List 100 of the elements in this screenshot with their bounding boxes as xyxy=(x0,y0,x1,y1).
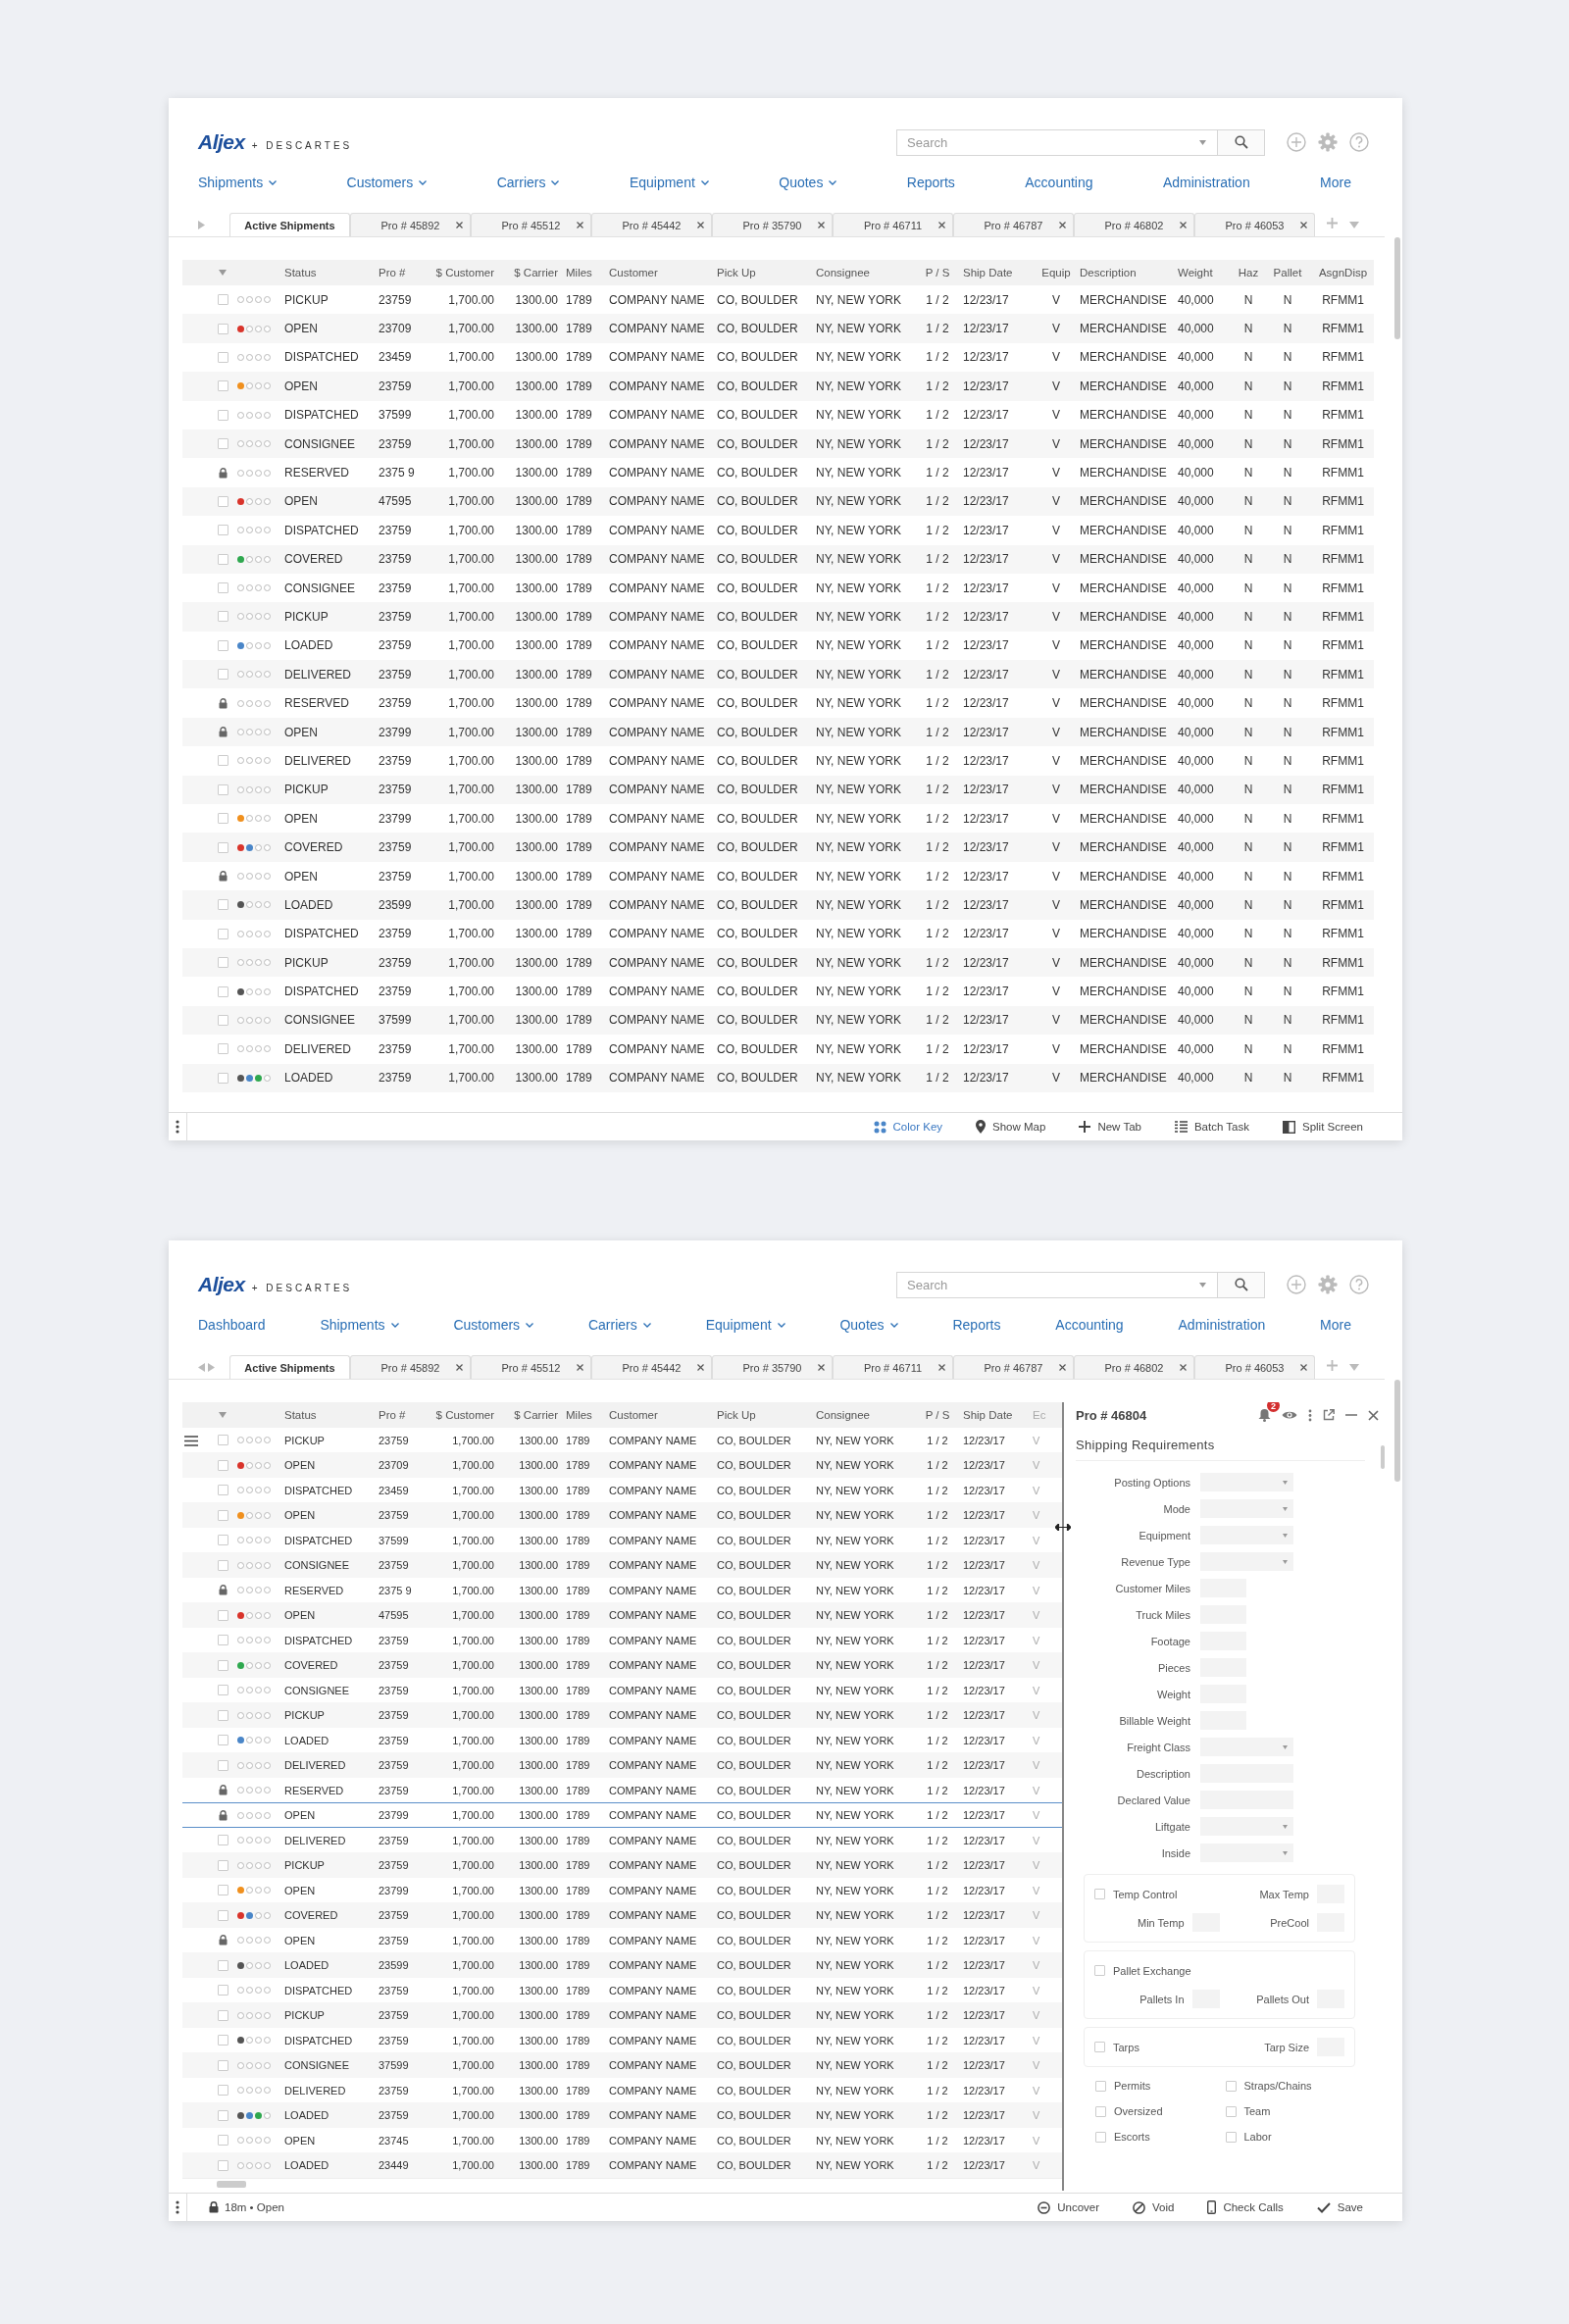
dropdown-caret-icon[interactable] xyxy=(1283,1533,1288,1538)
dropdown-caret-icon[interactable] xyxy=(1199,139,1206,145)
toolbar-button[interactable]: Show Map xyxy=(976,1120,1046,1134)
checkbox[interactable] xyxy=(217,1659,228,1671)
chevron-down-icon[interactable] xyxy=(419,179,428,185)
toolbar-button[interactable]: Color Key xyxy=(873,1120,943,1134)
phone-icon[interactable] xyxy=(1207,2200,1217,2214)
search-field[interactable]: Search xyxy=(896,128,1218,156)
nav-link[interactable]: Dashboard xyxy=(198,1317,266,1333)
checkbox[interactable] xyxy=(217,841,228,853)
help-icon[interactable] xyxy=(1349,1275,1369,1294)
checkbox[interactable] xyxy=(217,1759,228,1771)
table-row[interactable]: COVERED 23759 1,700.00 1300.00 1789 COMPANY NAME CO, BOULDER NY, NEW YORK 1 / 2 12/23/17 V MERCHANDISE 40,000 N N RFMM1 xyxy=(182,833,1374,862)
table-row[interactable]: LOADED 23599 1,700.00 1300.00 1789 COMPANY NAME CO, BOULDER NY, NEW YORK 1 / 2 12/23/17 V xyxy=(182,1952,1062,1978)
add-tab-icon[interactable] xyxy=(1327,1360,1338,1371)
column-header[interactable]: P / S xyxy=(912,267,963,278)
scrollbar-thumb[interactable] xyxy=(1394,1380,1400,1482)
table-row[interactable]: CONSIGNEE 37599 1,700.00 1300.00 1789 COMPANY NAME CO, BOULDER NY, NEW YORK 1 / 2 12/23/17 V xyxy=(182,2052,1062,2078)
checkbox[interactable] xyxy=(217,611,228,623)
chevron-down-icon[interactable] xyxy=(829,179,837,185)
checkbox[interactable] xyxy=(1095,2131,1106,2143)
checkbox[interactable] xyxy=(217,928,228,939)
close-icon[interactable] xyxy=(1368,1409,1379,1421)
checkbox[interactable] xyxy=(1095,2080,1106,2092)
table-row[interactable]: PICKUP 23759 1,700.00 1300.00 1789 COMPANY NAME CO, BOULDER NY, NEW YORK 1 / 2 12/23/17 V xyxy=(182,2002,1062,2028)
tab[interactable]: Pro # 45892 xyxy=(350,1355,471,1379)
toolbar-button[interactable]: Split Screen xyxy=(1283,1120,1363,1134)
check-icon[interactable] xyxy=(1316,2201,1331,2213)
add-circle-icon[interactable] xyxy=(1287,132,1306,152)
settings-icon[interactable] xyxy=(1318,132,1338,152)
chevron-down-icon[interactable] xyxy=(889,1322,898,1328)
column-header[interactable]: Pro # xyxy=(379,267,430,278)
checkbox[interactable] xyxy=(1225,2080,1237,2092)
checkbox[interactable] xyxy=(1094,1965,1105,1976)
table-row[interactable]: DISPATCHED 23759 1,700.00 1300.00 1789 COMPANY NAME CO, BOULDER NY, NEW YORK 1 / 2 12/23/17 V MERCHANDISE 40,000 N N RFMM1 xyxy=(182,919,1374,948)
table-row[interactable]: OPEN 23799 1,700.00 1300.00 1789 COMPANY NAME CO, BOULDER NY, NEW YORK 1 / 2 12/23/17 V xyxy=(182,1877,1062,1903)
checkbox[interactable] xyxy=(217,1709,228,1721)
tab[interactable]: Pro # 35790 xyxy=(712,1355,833,1379)
select-field[interactable] xyxy=(1200,1473,1293,1491)
minus-circle-icon[interactable] xyxy=(1038,2200,1051,2214)
scroll-left-icon[interactable] xyxy=(198,1362,205,1372)
close-icon[interactable] xyxy=(456,1364,463,1371)
select-field[interactable] xyxy=(1200,1817,1293,1836)
close-icon[interactable] xyxy=(1180,222,1187,228)
checkbox[interactable] xyxy=(217,1509,228,1521)
tab[interactable]: Pro # 46802 xyxy=(1074,1355,1194,1379)
toolbar-button[interactable]: Void xyxy=(1133,2200,1175,2214)
tab[interactable]: Pro # 46802 xyxy=(1074,213,1194,236)
checkbox[interactable] xyxy=(217,639,228,651)
checkbox[interactable] xyxy=(217,1485,228,1496)
table-row[interactable]: OPEN 47595 1,700.00 1300.00 1789 COMPANY NAME CO, BOULDER NY, NEW YORK 1 / 2 12/23/17 V xyxy=(182,1602,1062,1628)
column-header[interactable]: Customer xyxy=(609,267,717,278)
more-options-icon[interactable] xyxy=(176,2200,179,2214)
checkbox[interactable] xyxy=(217,1043,228,1055)
checkbox[interactable] xyxy=(217,1635,228,1646)
resize-handle-icon[interactable] xyxy=(1055,1524,1071,1531)
checkbox[interactable] xyxy=(217,553,228,565)
checkbox[interactable] xyxy=(217,669,228,681)
table-row[interactable]: DISPATCHED 23759 1,700.00 1300.00 1789 COMPANY NAME CO, BOULDER NY, NEW YORK 1 / 2 12/23/17 V MERCHANDISE 40,000 N N RFMM1 xyxy=(182,516,1374,545)
checkbox[interactable] xyxy=(217,1985,228,1996)
column-header[interactable]: $ Customer xyxy=(430,1408,502,1421)
table-row[interactable]: LOADED 23599 1,700.00 1300.00 1789 COMPANY NAME CO, BOULDER NY, NEW YORK 1 / 2 12/23/17 V MERCHANDISE 40,000 N N RFMM1 xyxy=(182,890,1374,920)
filter-caret-icon[interactable] xyxy=(219,270,227,276)
checkbox[interactable] xyxy=(217,2009,228,2021)
table-row[interactable]: DISPATCHED 23759 1,700.00 1300.00 1789 COMPANY NAME CO, BOULDER NY, NEW YORK 1 / 2 12/23/17 V xyxy=(182,1627,1062,1653)
chevron-down-icon[interactable] xyxy=(269,179,278,185)
table-row[interactable]: COVERED 23759 1,700.00 1300.00 1789 COMPANY NAME CO, BOULDER NY, NEW YORK 1 / 2 12/23/17 V xyxy=(182,1652,1062,1678)
more-options-icon[interactable] xyxy=(1308,1408,1312,1422)
checkbox[interactable] xyxy=(217,294,228,306)
scroll-right-icon[interactable] xyxy=(198,220,205,229)
column-header[interactable]: Consignee xyxy=(816,267,912,278)
checkbox[interactable] xyxy=(217,2085,228,2097)
table-row[interactable]: DISPATCHED 23459 1,700.00 1300.00 1789 COMPANY NAME CO, BOULDER NY, NEW YORK 1 / 2 12/23/17 V MERCHANDISE 40,000 N N RFMM1 xyxy=(182,342,1374,373)
close-icon[interactable] xyxy=(697,222,704,228)
tab[interactable]: Pro # 45512 xyxy=(471,213,591,236)
tab[interactable]: Pro # 46711 xyxy=(833,1355,953,1379)
checkbox[interactable] xyxy=(217,582,228,594)
checkbox[interactable] xyxy=(217,2109,228,2121)
dropdown-caret-icon[interactable] xyxy=(1349,1364,1359,1371)
table-row[interactable]: DISPATCHED 37599 1,700.00 1300.00 1789 COMPANY NAME CO, BOULDER NY, NEW YORK 1 / 2 12/23/17 V xyxy=(182,1527,1062,1553)
toolbar-button[interactable]: Batch Task xyxy=(1174,1120,1249,1134)
table-row[interactable]: CONSIGNEE 23759 1,700.00 1300.00 1789 COMPANY NAME CO, BOULDER NY, NEW YORK 1 / 2 12/23/17 V xyxy=(182,1677,1062,1703)
table-row[interactable]: DISPATCHED 23759 1,700.00 1300.00 1789 COMPANY NAME CO, BOULDER NY, NEW YORK 1 / 2 12/23/17 V xyxy=(182,2027,1062,2053)
table-row[interactable]: LOADED 23759 1,700.00 1300.00 1789 COMPANY NAME CO, BOULDER NY, NEW YORK 1 / 2 12/23/17 V xyxy=(182,2102,1062,2128)
tab[interactable]: Pro # 46711 xyxy=(833,213,953,236)
chevron-down-icon[interactable] xyxy=(777,1322,785,1328)
toolbar-button[interactable]: Check Calls xyxy=(1207,2200,1284,2214)
minimize-icon[interactable] xyxy=(1345,1414,1357,1416)
search-field[interactable]: Search xyxy=(896,1271,1218,1298)
table-row[interactable]: RESERVED 2375 9 1,700.00 1300.00 1789 COMPANY NAME CO, BOULDER NY, NEW YORK 1 / 2 12/23/17 V MERCHANDISE 40,000 N N RFMM1 xyxy=(182,458,1374,487)
tab[interactable]: Pro # 46053 xyxy=(1194,1355,1315,1379)
table-row[interactable]: DELIVERED 23759 1,700.00 1300.00 1789 COMPANY NAME CO, BOULDER NY, NEW YORK 1 / 2 12/23/17 V MERCHANDISE 40,000 N N RFMM1 xyxy=(182,660,1374,689)
checkbox[interactable] xyxy=(217,1459,228,1471)
table-row[interactable]: DELIVERED 23759 1,700.00 1300.00 1789 COMPANY NAME CO, BOULDER NY, NEW YORK 1 / 2 12/23/17 V MERCHANDISE 40,000 N N RFMM1 xyxy=(182,746,1374,776)
column-header[interactable]: Status xyxy=(284,267,379,278)
nav-link[interactable]: Quotes xyxy=(779,175,837,190)
checkbox[interactable] xyxy=(217,1959,228,1971)
close-icon[interactable] xyxy=(1059,222,1066,228)
scroll-right-icon[interactable] xyxy=(208,1362,215,1372)
nav-link[interactable]: Equipment xyxy=(629,175,709,190)
